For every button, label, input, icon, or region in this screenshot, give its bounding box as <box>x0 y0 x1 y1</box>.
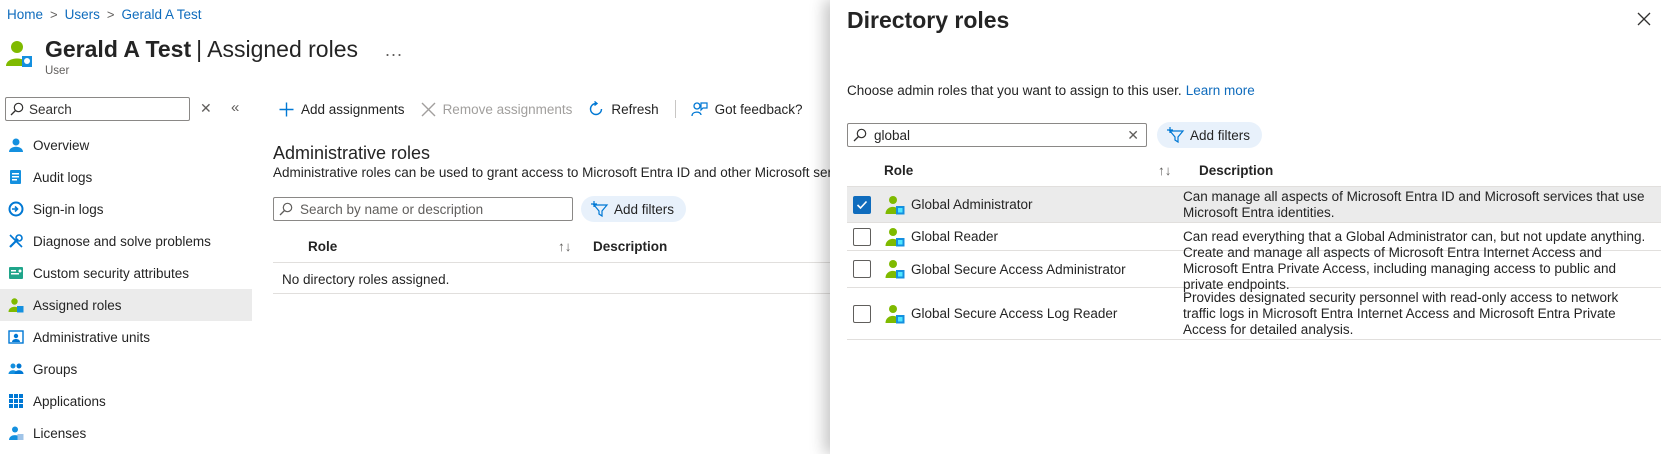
license-icon <box>8 425 24 441</box>
toolbar-divider <box>674 100 676 118</box>
row-checkbox-checked[interactable] <box>853 195 871 214</box>
sidebar-item-licenses[interactable]: Licenses <box>0 417 252 449</box>
sidebar-item-diagnose[interactable]: Diagnose and solve problems <box>0 225 252 257</box>
empty-state-text: No directory roles assigned. <box>282 272 450 287</box>
page-title: Gerald A Test | Assigned roles <box>45 36 358 62</box>
column-role[interactable]: Role <box>884 163 913 178</box>
command-bar: Add assignments Remove assignments Refre… <box>279 97 818 121</box>
sidebar-item-administrative-units[interactable]: Administrative units <box>0 321 252 353</box>
sidebar-item-audit-logs[interactable]: Audit logs <box>0 161 252 193</box>
section-description: Administrative roles can be used to gran… <box>273 165 839 180</box>
role-description: Can read everything that a Global Admini… <box>1183 228 1646 244</box>
close-panel-icon[interactable] <box>1637 12 1651 26</box>
column-role[interactable]: Role <box>308 239 337 254</box>
role-icon <box>885 195 905 215</box>
refresh-icon <box>588 101 604 117</box>
role-description: Can manage all aspects of Microsoft Entr… <box>1183 188 1645 220</box>
user-blade: Home > Users > Gerald A Test Gerald A Te… <box>0 0 839 454</box>
breadcrumb: Home > Users > Gerald A Test <box>7 7 202 22</box>
table-row[interactable]: Global Secure Access Log Reader Provides… <box>847 288 1661 340</box>
role-description: Create and manage all aspects of Microso… <box>1183 245 1616 292</box>
groups-icon <box>8 361 24 377</box>
column-description: Description <box>1199 163 1274 178</box>
plus-icon <box>279 102 294 117</box>
sidebar-nav: Overview Audit logs Sign-in logs Diagnos… <box>0 129 252 449</box>
role-name: Global Administrator <box>911 197 1033 212</box>
panel-search-input[interactable]: global ✕ <box>847 123 1147 147</box>
wrench-icon <box>8 233 24 249</box>
panel-title: Directory roles <box>847 7 1010 33</box>
refresh-button[interactable]: Refresh <box>588 101 659 117</box>
roles-search-input[interactable]: Search by name or description <box>273 197 573 221</box>
attribute-icon <box>8 265 24 281</box>
sort-icon[interactable]: ↑↓ <box>1158 163 1172 178</box>
role-name: Global Secure Access Log Reader <box>911 306 1118 321</box>
panel-description: Choose admin roles that you want to assi… <box>847 83 1255 98</box>
roles-table-header: Role ↑↓ Description <box>847 158 1661 187</box>
roles-selection-table: Role ↑↓ Description Global Administrator… <box>847 158 1661 340</box>
filter-add-icon <box>591 201 609 217</box>
sidebar-item-custom-security-attributes[interactable]: Custom security attributes <box>0 257 252 289</box>
panel-add-filters-button[interactable]: Add filters <box>1157 122 1263 148</box>
sidebar-item-groups[interactable]: Groups <box>0 353 252 385</box>
chevron-right-icon: > <box>106 7 115 22</box>
sidebar-search-input[interactable]: Search <box>5 97 190 121</box>
search-icon <box>10 102 24 116</box>
table-row[interactable]: Global Secure Access Administrator Creat… <box>847 245 1661 292</box>
directory-roles-panel: Directory roles Choose admin roles that … <box>830 0 1673 454</box>
add-assignments-button[interactable]: Add assignments <box>279 102 405 117</box>
roles-search-placeholder: Search by name or description <box>300 201 484 217</box>
role-description: Provides designated security personnel w… <box>1183 289 1619 337</box>
sidebar-item-assigned-roles[interactable]: Assigned roles <box>0 289 252 321</box>
chevron-right-icon: > <box>50 7 58 22</box>
learn-more-link[interactable]: Learn more <box>1186 83 1255 98</box>
feedback-button[interactable]: Got feedback? <box>691 101 802 118</box>
table-row[interactable]: Global Administrator Can manage all aspe… <box>847 187 1661 223</box>
roles-table-header: Role ↑↓ Description <box>273 233 830 263</box>
row-checkbox[interactable] <box>853 227 871 246</box>
search-icon <box>853 128 867 142</box>
role-name: Global Reader <box>911 229 999 244</box>
remove-assignments-button[interactable]: Remove assignments <box>421 102 572 117</box>
section-title: Administrative roles <box>273 143 431 163</box>
sidebar-item-overview[interactable]: Overview <box>0 129 252 161</box>
sort-icon[interactable]: ↑↓ <box>558 239 572 254</box>
empty-state-row: No directory roles assigned. <box>273 264 830 294</box>
panel-search-value: global <box>874 127 911 143</box>
audit-log-icon <box>8 169 24 185</box>
more-options-button[interactable]: ... <box>385 40 403 61</box>
row-checkbox[interactable] <box>853 304 871 323</box>
role-icon <box>885 227 905 247</box>
breadcrumb-users[interactable]: Users <box>65 7 100 22</box>
filter-add-icon <box>1167 127 1185 143</box>
row-checkbox[interactable] <box>853 260 871 278</box>
role-name: Global Secure Access Administrator <box>911 261 1126 277</box>
close-icon <box>421 102 436 117</box>
add-filters-button[interactable]: Add filters <box>581 196 687 222</box>
search-icon <box>279 202 293 216</box>
apps-grid-icon <box>8 393 24 409</box>
sidebar-item-sign-in-logs[interactable]: Sign-in logs <box>0 193 252 225</box>
role-icon <box>885 304 905 324</box>
sidebar-item-applications[interactable]: Applications <box>0 385 252 417</box>
clear-search-icon[interactable]: ✕ <box>200 100 212 117</box>
user-icon <box>5 39 35 69</box>
feedback-icon <box>691 101 708 118</box>
sidebar-search-placeholder: Search <box>29 101 72 117</box>
breadcrumb-home[interactable]: Home <box>7 7 43 22</box>
breadcrumb-user[interactable]: Gerald A Test <box>121 7 201 22</box>
page-subtitle: User <box>45 65 70 77</box>
role-icon <box>885 259 905 279</box>
column-description: Description <box>593 239 668 254</box>
admin-units-icon <box>8 329 24 345</box>
clear-search-icon[interactable]: ✕ <box>1127 127 1139 144</box>
collapse-sidebar-icon[interactable]: « <box>231 99 239 116</box>
assigned-roles-icon <box>8 297 24 313</box>
sign-in-log-icon <box>8 201 24 217</box>
user-icon <box>8 137 24 153</box>
page-header: Gerald A Test | Assigned roles User <box>5 34 358 77</box>
